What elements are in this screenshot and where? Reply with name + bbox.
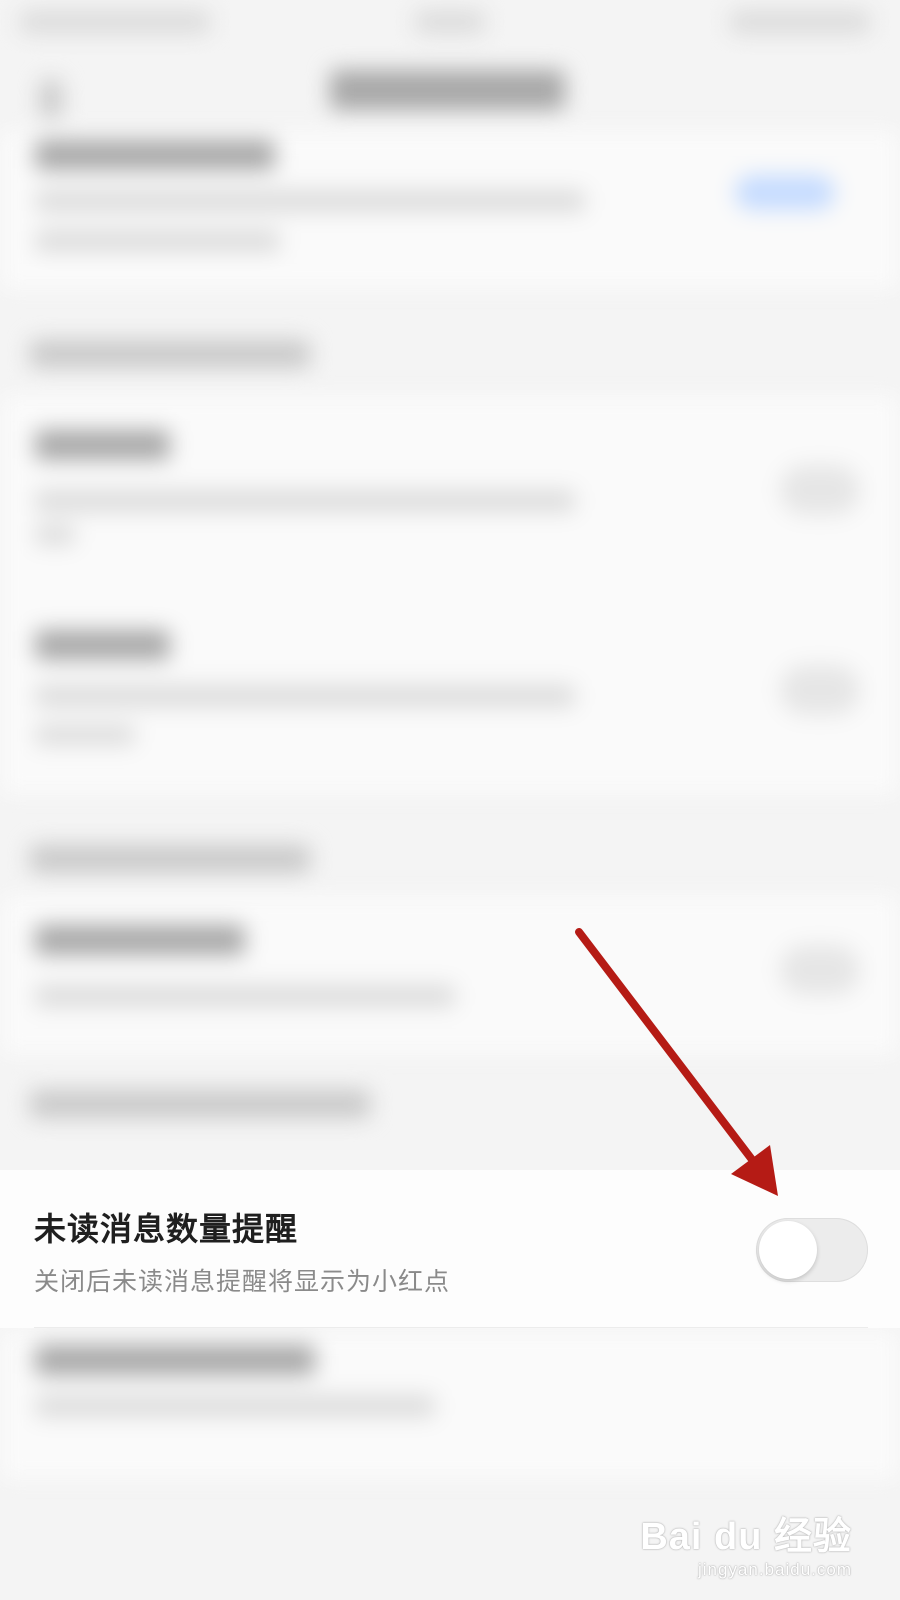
- settings-screen: 未读消息数量提醒 关闭后未读消息提醒将显示为小红点 Bai du 经验 jing…: [0, 0, 900, 1600]
- watermark-logo: Bai du 经验: [640, 1516, 852, 1558]
- row-divider: [34, 1327, 868, 1328]
- baidu-jingyan-watermark: Bai du 经验 jingyan.baidu.com: [640, 1505, 852, 1580]
- unread-count-reminder-description: 关闭后未读消息提醒将显示为小红点: [34, 1267, 451, 1296]
- unread-count-reminder-title: 未读消息数量提醒: [34, 1210, 299, 1248]
- unread-count-reminder-toggle[interactable]: [756, 1218, 868, 1282]
- blurred-background: [0, 0, 900, 1600]
- watermark-url: jingyan.baidu.com: [697, 1560, 852, 1579]
- unread-count-reminder-row: 未读消息数量提醒 关闭后未读消息提醒将显示为小红点: [0, 1170, 900, 1328]
- toggle-knob: [759, 1221, 817, 1279]
